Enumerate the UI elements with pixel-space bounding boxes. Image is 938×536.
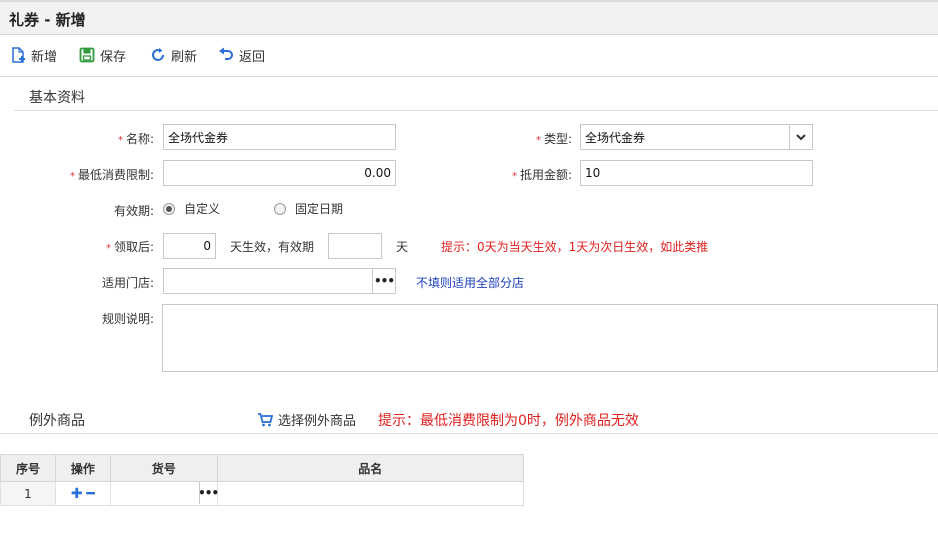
required-mark: * <box>511 171 517 182</box>
refresh-button-label: 刷新 <box>171 49 198 65</box>
column-header-operation: 操作 <box>54 454 111 482</box>
new-button-label: 新增 <box>31 49 58 65</box>
back-button-label: 返回 <box>239 49 266 65</box>
section-title-basic: 基本资料 <box>29 90 85 106</box>
select-exception-label: 选择例外商品 <box>278 413 357 429</box>
name-label: * 名称: <box>117 132 154 146</box>
store-input[interactable]: ••• <box>163 268 396 294</box>
save-button[interactable]: 保存 <box>79 45 126 65</box>
type-select-value: 全场代金券 <box>585 130 646 145</box>
required-mark: * <box>105 243 111 254</box>
deduct-label: * 抵用金额: <box>511 168 572 182</box>
receive-hint: 提示：0天为当天生效，1天为次日生效，如此类推 <box>441 240 709 254</box>
row-name-cell <box>216 481 525 506</box>
more-dots-icon[interactable]: ••• <box>198 482 219 504</box>
toolbar: 新增 保存 刷新 返回 <box>0 35 938 77</box>
column-header-index: 序号 <box>0 454 56 482</box>
type-select[interactable]: 全场代金券 <box>580 124 813 150</box>
shopping-cart-icon <box>258 412 273 426</box>
exception-items-table: 序号 操作 货号 品名 1 ✚ ━ ••• <box>0 454 525 506</box>
row-sku-cell[interactable]: ••• <box>109 481 219 506</box>
back-arrow-icon <box>219 47 233 60</box>
validity-custom-radio[interactable]: 自定义 <box>163 200 220 217</box>
rules-label: 规则说明: <box>101 312 154 326</box>
remove-row-icon[interactable]: ━ <box>86 486 94 502</box>
min-limit-input[interactable]: 0.00 <box>163 160 396 186</box>
save-disk-icon <box>79 47 95 63</box>
required-mark: * <box>117 135 123 146</box>
chevron-down-icon[interactable] <box>789 125 812 149</box>
validity-custom-label: 自定义 <box>184 202 221 216</box>
validity-fixed-radio[interactable]: 固定日期 <box>274 200 343 217</box>
window-title: 礼券 - 新增 <box>9 11 86 29</box>
required-mark: * <box>535 135 541 146</box>
row-operations: ✚ ━ <box>54 481 111 506</box>
type-label: * 类型: <box>535 132 572 146</box>
store-label: 适用门店: <box>101 276 154 290</box>
radio-checked-icon <box>163 202 175 215</box>
new-doc-icon <box>12 47 25 63</box>
table-header-row: 序号 操作 货号 品名 <box>0 454 525 482</box>
refresh-button[interactable]: 刷新 <box>150 45 197 65</box>
receive-mid-text: 天生效，有效期 <box>230 240 315 254</box>
store-hint: 不填则适用全部分店 <box>416 276 525 290</box>
table-row: 1 ✚ ━ ••• <box>0 481 525 506</box>
valid-period-unit: 天 <box>396 240 409 254</box>
back-button[interactable]: 返回 <box>218 45 265 65</box>
save-button-label: 保存 <box>100 49 127 65</box>
valid-period-input[interactable] <box>328 233 382 259</box>
more-dots-icon[interactable]: ••• <box>372 269 395 293</box>
rules-textarea[interactable] <box>162 304 938 372</box>
refresh-icon <box>152 48 164 61</box>
section-divider <box>0 433 938 434</box>
radio-unchecked-icon <box>274 202 286 215</box>
window-titlebar: 礼券 - 新增 <box>0 0 938 35</box>
deduct-input[interactable]: 10 <box>580 160 813 186</box>
validity-label: 有效期: <box>113 204 154 218</box>
name-input[interactable]: 全场代金券 <box>163 124 396 150</box>
section-title-exceptions: 例外商品 <box>29 413 85 429</box>
new-button[interactable]: 新增 <box>10 45 57 65</box>
column-header-name: 品名 <box>216 454 525 482</box>
row-index: 1 <box>0 481 56 506</box>
column-header-sku: 货号 <box>109 454 218 482</box>
validity-fixed-label: 固定日期 <box>295 202 344 216</box>
select-exception-button[interactable]: 选择例外商品 <box>257 409 356 429</box>
add-row-icon[interactable]: ✚ <box>71 486 83 502</box>
receive-label: * 领取后: <box>105 240 154 254</box>
exceptions-hint: 提示：最低消费限制为0时，例外商品无效 <box>378 413 639 429</box>
section-divider <box>14 110 938 111</box>
receive-days-input[interactable]: 0 <box>163 233 216 259</box>
min-limit-label: * 最低消费限制: <box>69 168 154 182</box>
required-mark: * <box>69 171 75 182</box>
